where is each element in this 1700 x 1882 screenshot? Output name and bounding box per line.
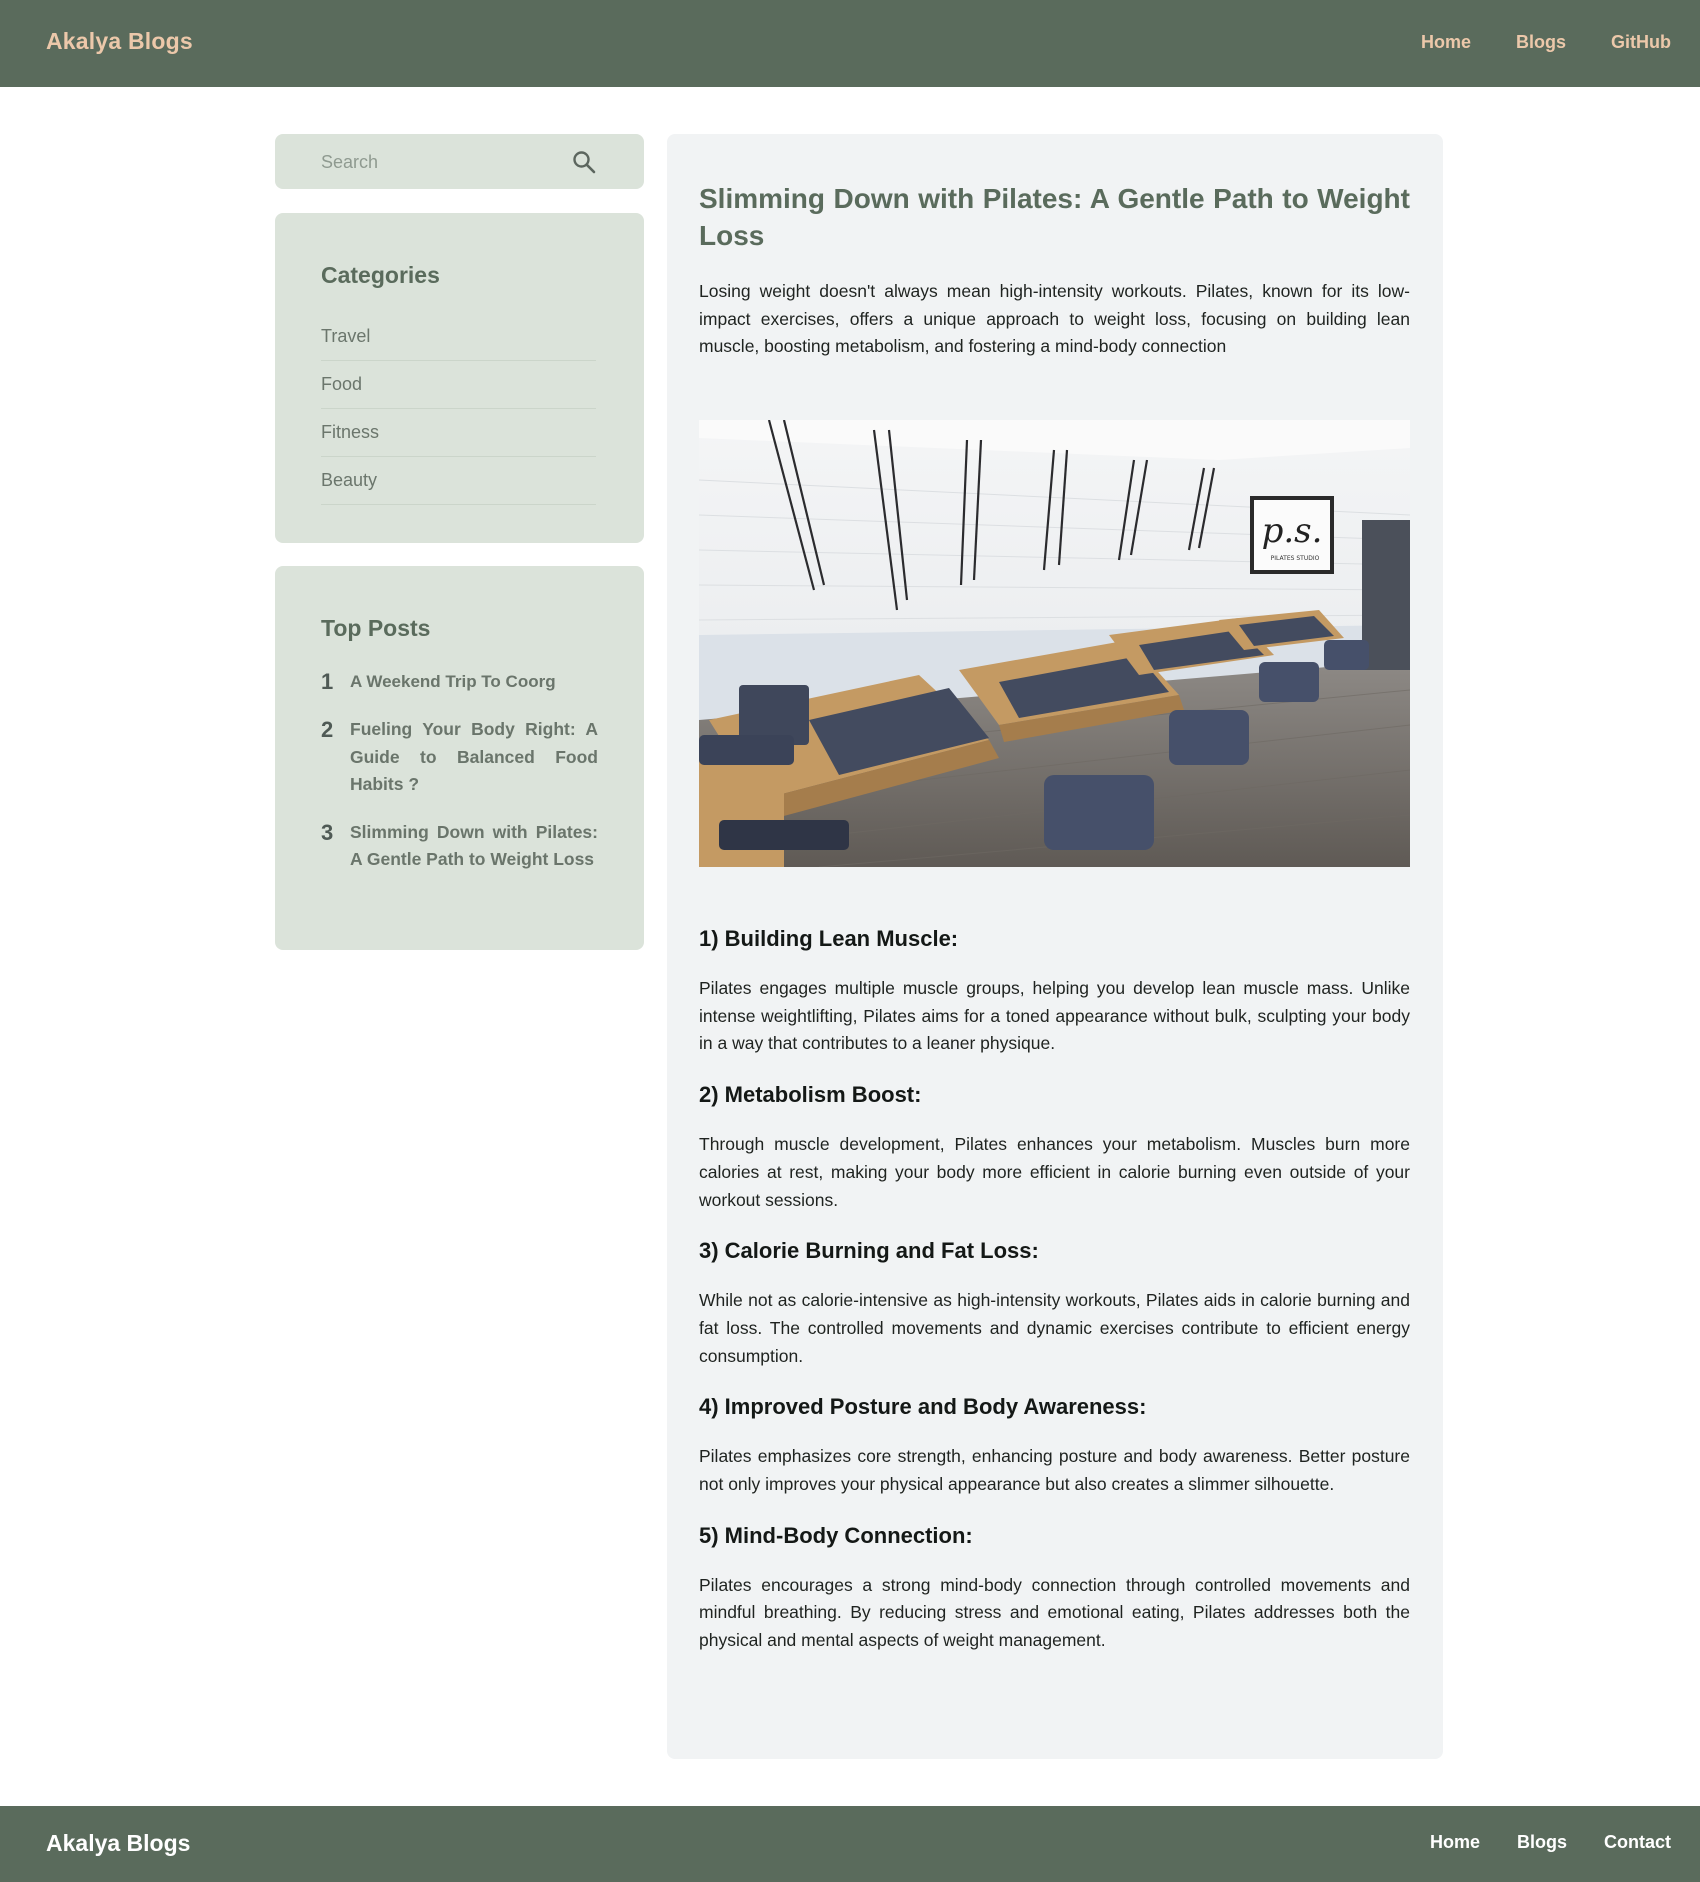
section-text: Pilates encourages a strong mind-body co…: [699, 1574, 1410, 1651]
categories-list: Travel Food Fitness Beauty: [321, 313, 596, 505]
article-intro: Losing weight doesn't always mean high-i…: [699, 281, 1410, 357]
top-post-link[interactable]: A Weekend Trip To Coorg: [350, 668, 598, 696]
search-icon[interactable]: [571, 149, 597, 175]
page: Akalya Blogs Home Blogs GitHub Categorie…: [0, 0, 1700, 1882]
section-heading: 5) Mind-Body Connection:: [699, 1522, 973, 1548]
top-post-item[interactable]: 1 A Weekend Trip To Coorg: [321, 668, 598, 696]
studio-logo-caption: PILATES STUDIO: [1271, 555, 1320, 562]
top-post-link[interactable]: Slimming Down with Pilates: A Gentle Pat…: [350, 819, 598, 874]
top-posts-card: Top Posts 1 A Weekend Trip To Coorg 2 Fu…: [275, 566, 644, 950]
nav-blogs-link[interactable]: Blogs: [1516, 32, 1566, 53]
footer-home-link[interactable]: Home: [1430, 1832, 1480, 1853]
top-posts-list: 1 A Weekend Trip To Coorg 2 Fueling Your…: [321, 668, 598, 894]
studio-logo: p.s.: [1262, 511, 1323, 551]
section-heading: 2) Metabolism Boost:: [699, 1082, 922, 1108]
section-text: Through muscle development, Pilates enha…: [699, 1134, 1410, 1210]
footer-contact-link[interactable]: Contact: [1604, 1832, 1671, 1853]
article-card: Slimming Down with Pilates: A Gentle Pat…: [667, 134, 1443, 1759]
footer: Akalya Blogs Home Blogs Contact: [0, 1806, 1700, 1882]
category-fitness[interactable]: Fitness: [321, 409, 596, 457]
section-text: While not as calorie-intensive as high-i…: [699, 1290, 1410, 1366]
categories-card: Categories Travel Food Fitness Beauty: [275, 213, 644, 543]
pilates-studio-image: p.s. PILATES STUDIO: [699, 420, 1410, 867]
top-post-number: 2: [321, 717, 334, 742]
section-text: Pilates emphasizes core strength, enhanc…: [699, 1446, 1410, 1495]
section-heading: 3) Calorie Burning and Fat Loss:: [699, 1238, 1039, 1264]
search-box: [275, 134, 644, 189]
top-post-item[interactable]: 3 Slimming Down with Pilates: A Gentle P…: [321, 819, 598, 874]
article-sections: 1) Building Lean Muscle: Pilates engages…: [699, 925, 1410, 1678]
footer-brand[interactable]: Akalya Blogs: [46, 1830, 190, 1857]
studio-illustration: p.s. PILATES STUDIO: [699, 420, 1410, 867]
footer-nav-links: Home Blogs Contact: [1430, 1832, 1671, 1853]
section-heading: 1) Building Lean Muscle:: [699, 926, 959, 951]
top-navbar: Akalya Blogs Home Blogs GitHub: [0, 0, 1700, 87]
search-input[interactable]: [321, 148, 571, 176]
categories-title: Categories: [321, 262, 440, 288]
footer-blogs-link[interactable]: Blogs: [1517, 1832, 1567, 1853]
top-post-number: 1: [321, 669, 334, 694]
article-title: Slimming Down with Pilates: A Gentle Pat…: [699, 183, 1410, 251]
site-brand[interactable]: Akalya Blogs: [46, 28, 193, 55]
top-nav-links: Home Blogs GitHub: [1421, 32, 1671, 53]
top-post-link[interactable]: Fueling Your Body Right: A Guide to Bala…: [350, 716, 598, 799]
section-text: Pilates engages multiple muscle groups, …: [699, 978, 1410, 1054]
top-post-item[interactable]: 2 Fueling Your Body Right: A Guide to Ba…: [321, 716, 598, 799]
top-post-number: 3: [321, 819, 334, 845]
nav-home-link[interactable]: Home: [1421, 32, 1471, 53]
category-travel[interactable]: Travel: [321, 313, 596, 361]
section-heading: 4) Improved Posture and Body Awareness:: [699, 1394, 1147, 1420]
category-beauty[interactable]: Beauty: [321, 457, 596, 505]
category-food[interactable]: Food: [321, 361, 596, 409]
nav-github-link[interactable]: GitHub: [1611, 32, 1671, 53]
top-posts-title: Top Posts: [321, 615, 431, 641]
